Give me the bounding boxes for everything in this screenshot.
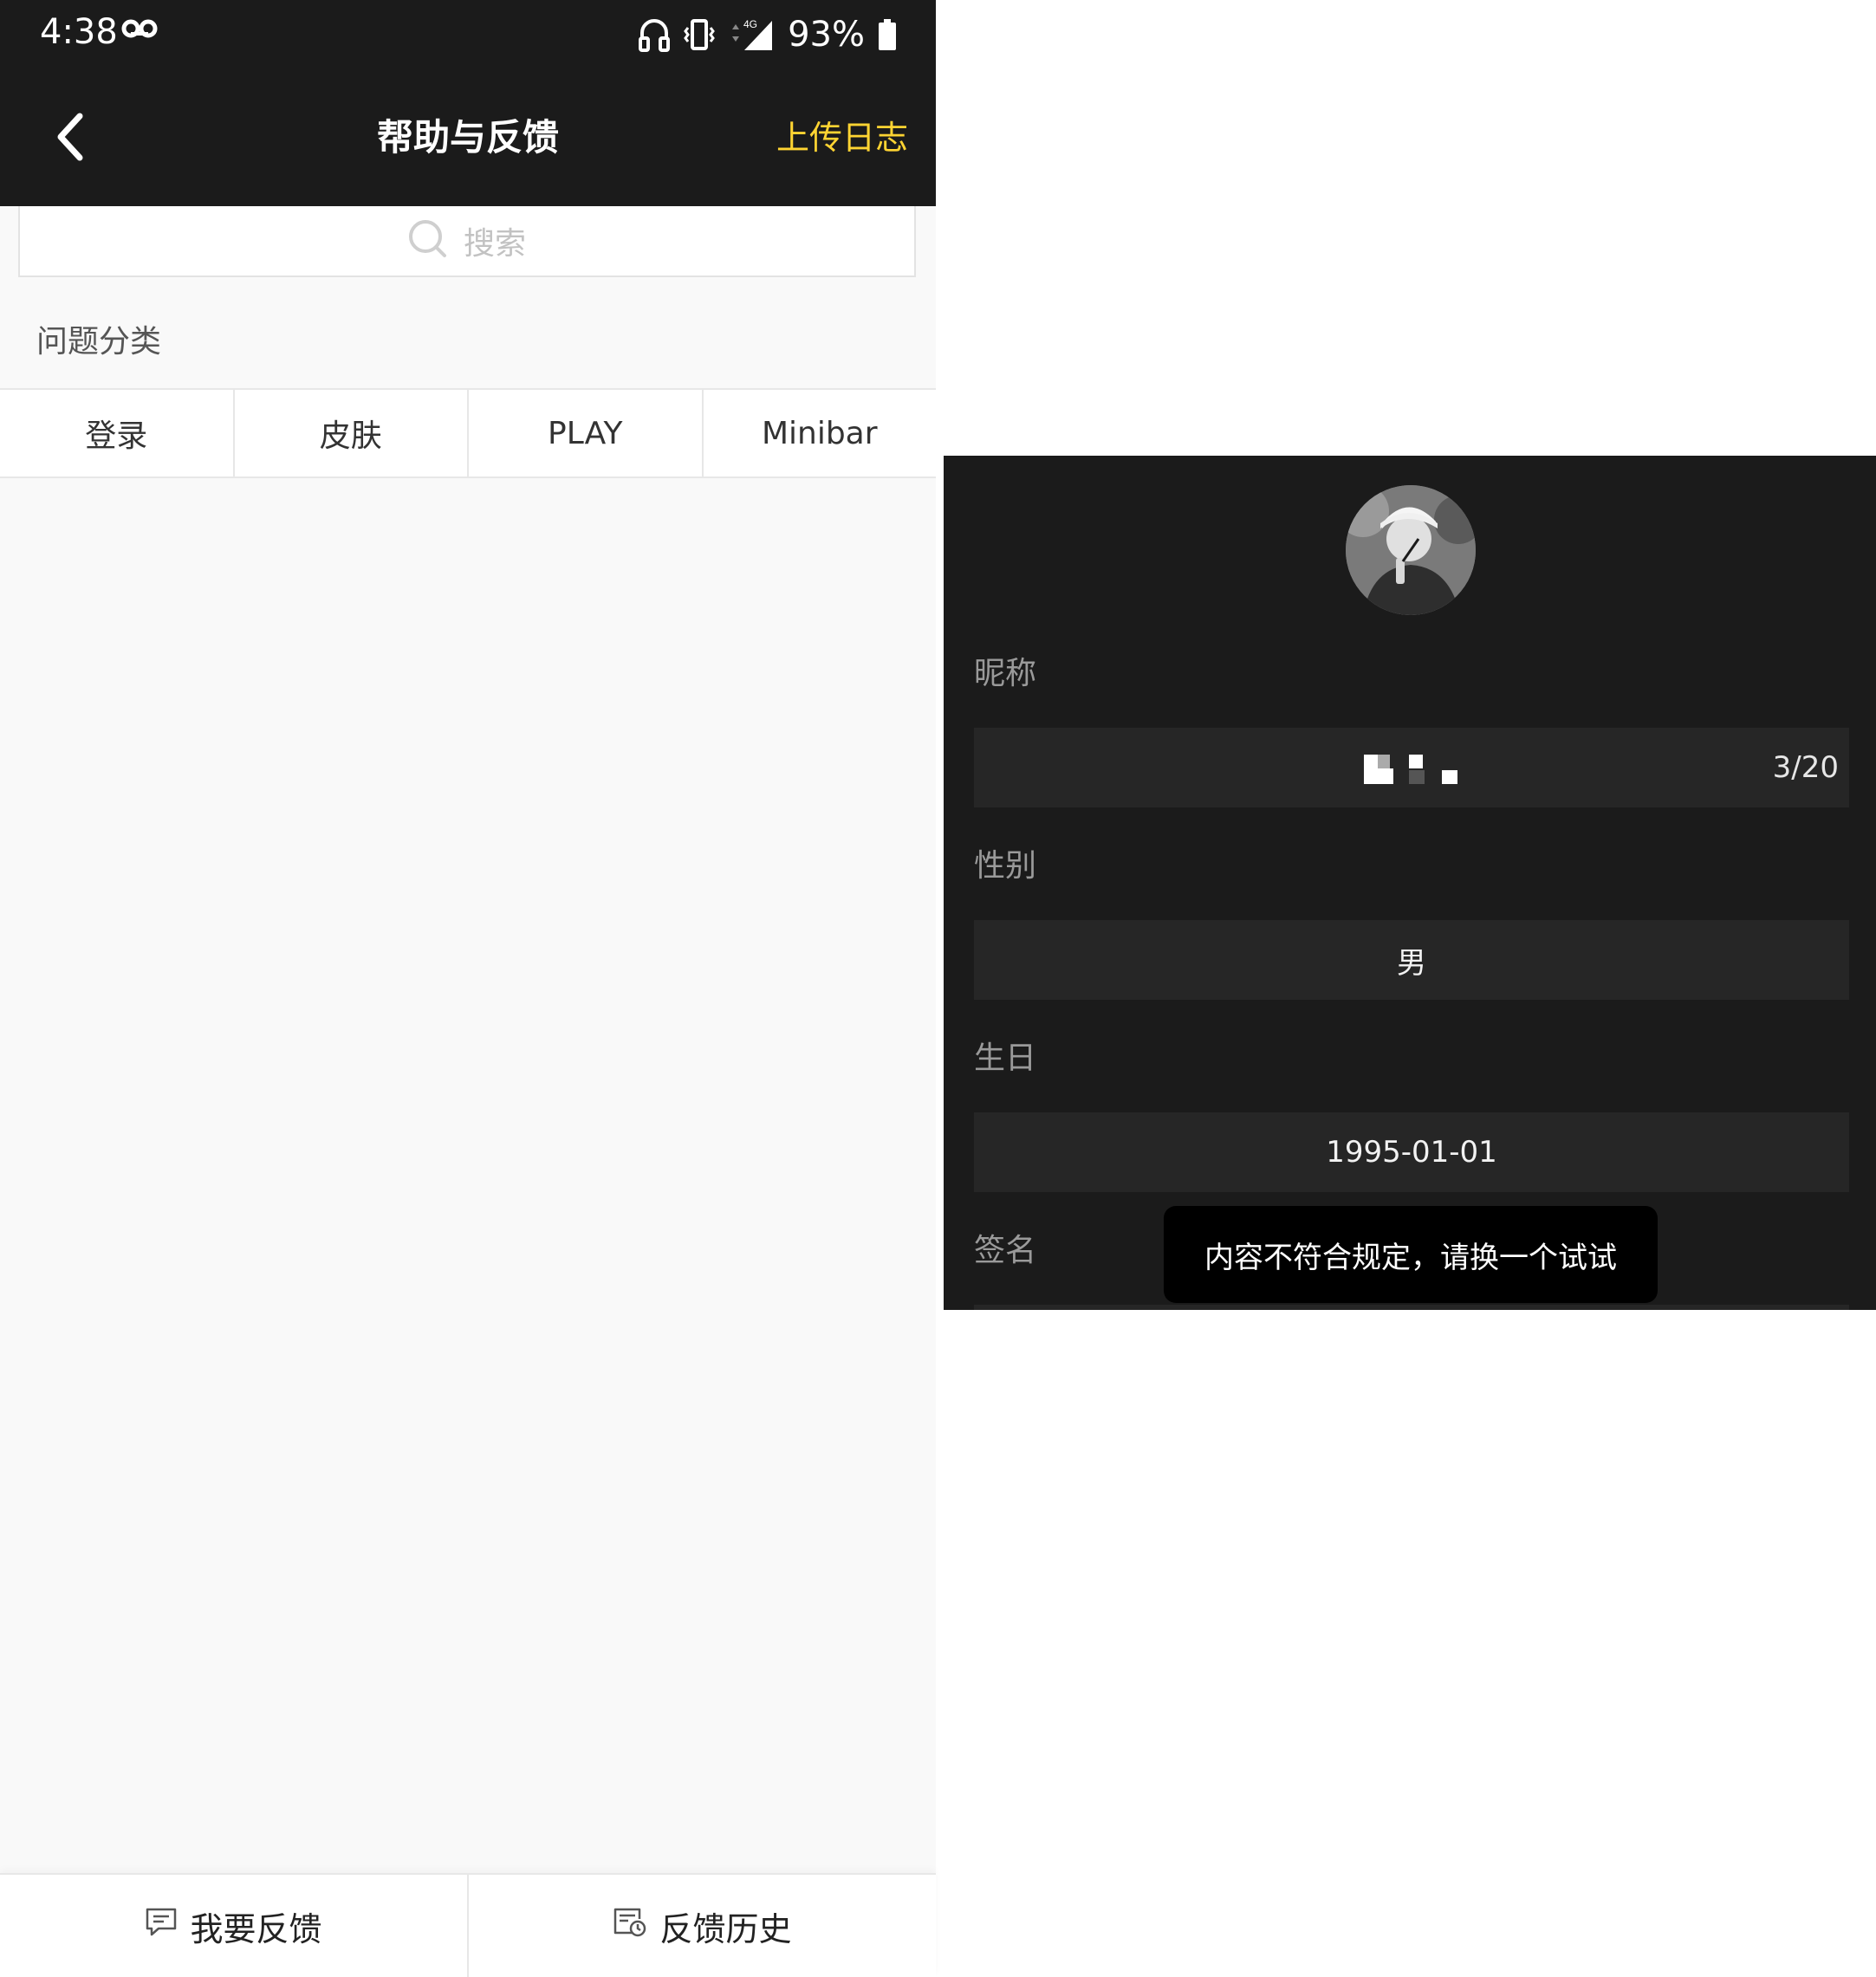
search-placeholder: 搜索 [463,226,526,262]
battery-icon [879,19,896,50]
signature-field[interactable] [974,1305,1849,1310]
signal-icon: 4G [729,17,774,52]
avatar[interactable] [1346,485,1476,615]
vibrate-icon [684,17,715,52]
category-login[interactable]: 登录 [0,390,235,476]
help-feedback-screen: 4:38 4G 93% 帮助与反馈 上传日志 搜索 问题分类 登录 皮肤 PLA… [0,0,936,1977]
headphones-icon [639,17,671,52]
category-skin[interactable]: 皮肤 [235,390,469,476]
category-play[interactable]: PLAY [469,390,704,476]
category-row: 登录 皮肤 PLAY Minibar [0,388,936,478]
bottom-bar: 我要反馈 反馈历史 [0,1873,936,1977]
gender-value: 男 [1397,945,1426,981]
nickname-char-count: 3/20 [1772,750,1839,785]
nickname-field[interactable]: 3/20 [974,728,1849,807]
section-label-category: 问题分类 [36,324,162,360]
give-feedback-label: 我要反馈 [190,1909,322,1948]
battery-percent: 93% [788,15,865,55]
gender-label: 性别 [974,848,1037,884]
birthday-value: 1995-01-01 [1326,1135,1497,1170]
feedback-history-button[interactable]: 反馈历史 [469,1875,936,1977]
give-feedback-button[interactable]: 我要反馈 [0,1875,469,1977]
status-time: 4:38 [40,12,118,52]
history-icon [613,1907,647,1946]
upload-log-button[interactable]: 上传日志 [776,69,908,206]
nickname-label: 昵称 [974,656,1037,691]
gender-field[interactable]: 男 [974,920,1849,1000]
feedback-icon [145,1907,178,1946]
search-icon [408,219,448,263]
voicemail-icon [121,19,158,42]
category-minibar[interactable]: Minibar [704,390,937,476]
back-icon [54,113,85,165]
back-button[interactable] [43,104,95,173]
title-bar: 帮助与反馈 上传日志 [0,69,936,206]
error-toast: 内容不符合规定，请换一个试试 [1164,1206,1658,1303]
birthday-field[interactable]: 1995-01-01 [974,1112,1849,1192]
search-input[interactable]: 搜索 [18,206,916,277]
status-bar: 4:38 4G 93% [0,0,936,69]
feedback-history-label: 反馈历史 [659,1909,792,1948]
birthday-label: 生日 [974,1040,1037,1076]
network-type: 4G [743,18,757,30]
nickname-value-pixelated [1364,746,1459,789]
signature-label: 签名 [974,1233,1037,1268]
edit-profile-screen: 昵称 3/20 性别 男 生日 1995-01-01 签名 内容不符合规定，请换… [944,456,1876,1310]
